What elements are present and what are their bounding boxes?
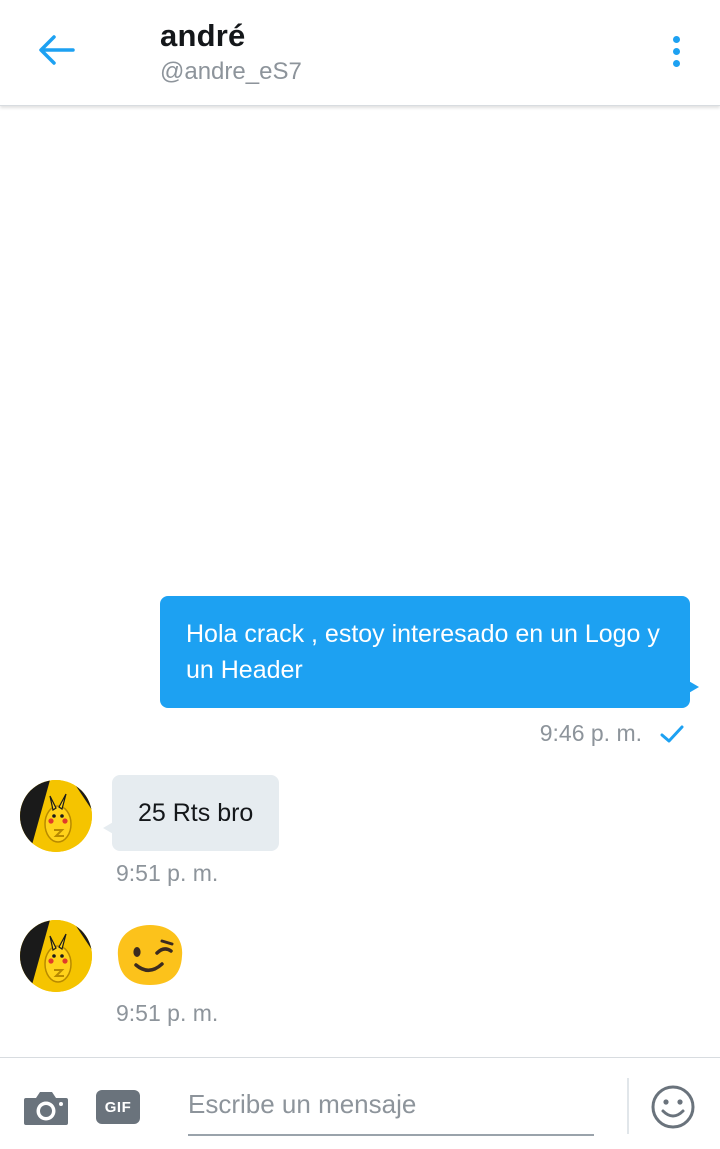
camera-button[interactable]: [22, 1088, 70, 1128]
message-meta-outgoing: 9:46 p. m.: [540, 720, 684, 747]
avatar[interactable]: [20, 780, 92, 852]
avatar-image: [20, 780, 92, 852]
message-bubble-incoming[interactable]: 25 Rts bro: [102, 775, 280, 851]
arrow-left-icon: [39, 35, 75, 65]
winking-face-emoji: [117, 925, 183, 985]
more-dot: [672, 47, 680, 55]
message-input[interactable]: [188, 1080, 594, 1136]
message-bubble-outgoing[interactable]: Hola crack , estoy interesado en un Logo…: [160, 596, 699, 708]
contact-name: andré: [160, 18, 246, 53]
smiley-icon: [651, 1085, 695, 1129]
contact-handle: @andre_eS7: [160, 58, 302, 85]
message-text: Hola crack , estoy interesado en un Logo…: [186, 620, 660, 684]
conversation-header: andré @andre_eS7: [0, 0, 720, 106]
avatar-image: [20, 920, 92, 992]
message-text: 25 Rts bro: [138, 798, 254, 827]
message-emoji[interactable]: [112, 922, 188, 988]
message-time: 9:46 p. m.: [539, 720, 642, 746]
composer-divider: [627, 1078, 629, 1134]
checkmark-icon: [660, 725, 684, 742]
message-time: 9:51 p. m.: [116, 1000, 219, 1026]
emoji-button[interactable]: [650, 1084, 696, 1130]
more-vertical-icon: [672, 35, 680, 43]
gif-button[interactable]: GIF: [96, 1090, 140, 1124]
message-time: 9:51 p. m.: [116, 860, 219, 886]
more-options-button[interactable]: [656, 28, 696, 74]
avatar[interactable]: [20, 920, 92, 992]
back-button[interactable]: [30, 28, 82, 72]
more-dot: [672, 59, 680, 67]
message-composer: GIF: [0, 1057, 720, 1149]
camera-icon: [24, 1092, 68, 1125]
